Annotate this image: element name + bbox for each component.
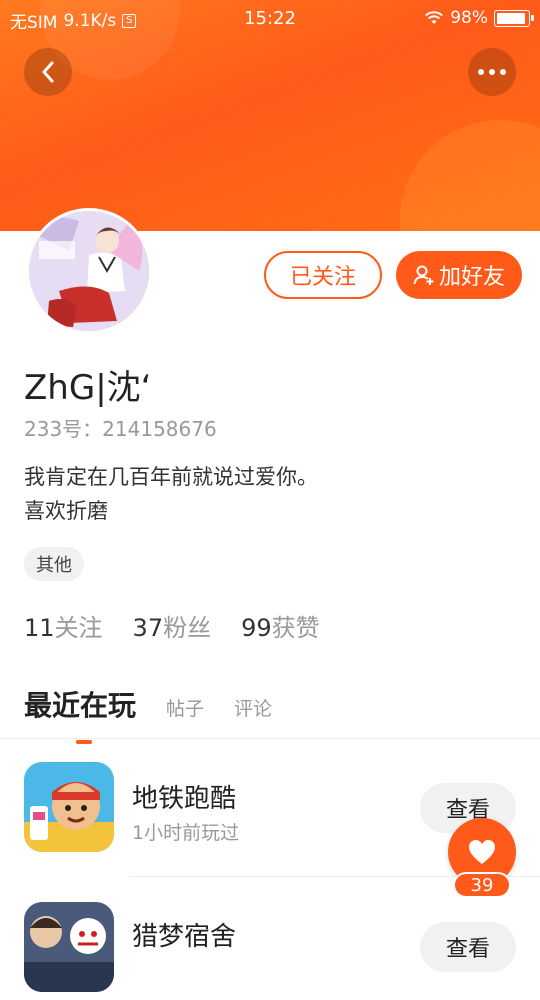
view-button[interactable]: 查看 xyxy=(420,922,516,972)
add-friend-label: 加好友 xyxy=(438,265,505,290)
like-count-badge: 39 xyxy=(453,872,511,898)
wifi-icon xyxy=(425,11,444,24)
add-friend-button[interactable]: 加好友 xyxy=(396,251,522,299)
avatar[interactable] xyxy=(26,208,152,334)
stats-bar: 11关注 37粉丝 99获赞 xyxy=(24,608,320,643)
more-dots-icon xyxy=(478,69,506,75)
profile-tag[interactable]: 其他 xyxy=(24,547,84,581)
bio-line: 喜欢折磨 xyxy=(24,499,108,523)
stat-num: 11 xyxy=(24,614,55,642)
user-id: 233号：214158676 xyxy=(24,417,217,441)
stat-num: 99 xyxy=(241,614,272,642)
stat-likes[interactable]: 99获赞 xyxy=(241,608,320,643)
tab-bar: 最近在玩 帖子 评论 xyxy=(24,684,272,744)
chevron-left-icon xyxy=(42,61,54,83)
tab-comments[interactable]: 评论 xyxy=(234,694,272,721)
game-icon xyxy=(24,762,114,852)
game-list-item[interactable]: 猎梦宿舍 查看 xyxy=(0,880,540,1000)
avatar-illustration xyxy=(29,211,149,331)
stat-label: 粉丝 xyxy=(163,614,212,642)
bio: 我肯定在几百年前就说过爱你。 喜欢折磨 xyxy=(24,460,318,528)
tab-label: 最近在玩 xyxy=(24,689,137,722)
bio-line: 我肯定在几百年前就说过爱你。 xyxy=(24,465,318,489)
battery-label: 98% xyxy=(450,8,488,28)
add-user-icon xyxy=(413,265,434,285)
game-name: 猎梦宿舍 xyxy=(132,922,237,952)
game-last-played: 1小时前玩过 xyxy=(132,822,240,844)
heart-icon xyxy=(469,840,495,864)
stat-num: 37 xyxy=(132,614,164,642)
stat-following[interactable]: 11关注 xyxy=(24,608,103,643)
followed-button[interactable]: 已关注 xyxy=(264,251,382,299)
battery-icon xyxy=(494,9,534,27)
more-button[interactable] xyxy=(468,48,516,96)
status-bar: 无SIM 9.1K/s S 15:22 98% xyxy=(0,0,540,38)
status-right: 98% xyxy=(424,8,534,28)
stat-label: 关注 xyxy=(54,614,103,642)
divider xyxy=(0,738,540,739)
game-name: 地铁跑酷 xyxy=(132,784,237,814)
back-button[interactable] xyxy=(24,48,72,96)
game-icon xyxy=(24,902,114,992)
username: ZhG|沈‘ xyxy=(24,368,152,408)
tab-recent-played[interactable]: 最近在玩 xyxy=(24,684,137,744)
stat-fans[interactable]: 37粉丝 xyxy=(133,608,212,643)
tab-posts[interactable]: 帖子 xyxy=(166,694,204,721)
stat-label: 获赞 xyxy=(271,614,320,642)
